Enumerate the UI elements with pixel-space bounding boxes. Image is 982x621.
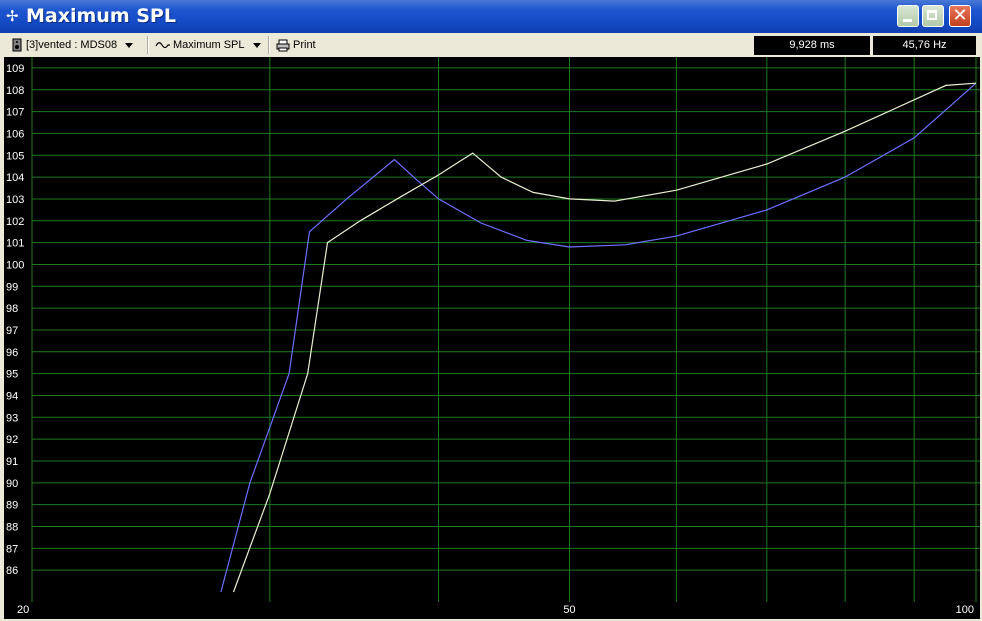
print-label: Print [293,39,316,51]
minimize-button[interactable] [897,5,919,27]
frequency-readout: 45,76 Hz [873,36,976,55]
chevron-down-icon [252,42,261,48]
y-tick-label: 88 [6,521,18,533]
toolbar: [3]vented : MDS08 Maximum SPL Print 9,92… [0,33,982,57]
y-tick-label: 87 [6,543,18,555]
y-tick-label: 96 [6,347,18,359]
printer-icon [276,39,290,52]
series-line-1 [220,82,977,593]
y-tick-label: 103 [6,194,24,206]
y-tick-label: 100 [6,259,24,271]
y-tick-label: 107 [6,107,24,119]
toolbar-separator [147,36,149,54]
maximize-button[interactable] [922,5,944,27]
y-tick-label: 99 [6,281,18,293]
y-tick-label: 102 [6,216,24,228]
y-tick-label: 108 [6,85,24,97]
plot-area[interactable]: 86 87 88 89 90 91 92 93 94 95 96 97 98 99 100 101 102 103… [4,57,980,619]
toolbar-separator [268,36,270,54]
project-dropdown-label: [3]vented : MDS08 [26,39,118,51]
y-tick-label: 97 [6,325,18,337]
x-tick-label: 20 [17,604,29,616]
y-tick-label: 106 [6,128,24,140]
view-dropdown[interactable]: Maximum SPL [155,36,261,54]
spl-chart[interactable]: 86 87 88 89 90 91 92 93 94 95 96 97 98 99 100 101 102 103… [4,57,980,619]
y-tick-label: 91 [6,456,18,468]
window-title: Maximum SPL [26,5,176,27]
pin-icon[interactable]: ✢ [6,7,20,25]
close-button[interactable]: ✕ [949,5,971,27]
y-tick-label: 101 [6,238,24,250]
y-tick-label: 95 [6,369,18,381]
y-tick-label: 93 [6,412,18,424]
x-tick-label: 100 [956,604,974,616]
view-dropdown-label: Maximum SPL [173,39,245,51]
y-tick-label: 105 [6,150,24,162]
series-line-2 [232,82,977,593]
y-tick-label: 104 [6,172,24,184]
y-tick-label: 89 [6,500,18,512]
title-bar[interactable]: ✢ Maximum SPL ✕ [0,0,982,33]
speaker-icon [12,38,22,52]
close-icon: ✕ [952,5,968,26]
y-tick-label: 90 [6,478,18,490]
y-tick-label: 94 [6,390,18,402]
y-tick-label: 86 [6,565,18,577]
wave-icon [155,42,170,49]
y-tick-label: 98 [6,303,18,315]
chevron-down-icon [125,42,134,48]
project-dropdown[interactable]: [3]vented : MDS08 [12,36,134,54]
maximum-spl-window: ✢ Maximum SPL ✕ [3]vented : MDS08 Maximu… [0,0,982,621]
y-tick-label: 92 [6,434,18,446]
print-button[interactable]: Print [276,36,316,54]
x-tick-label: 50 [563,604,575,616]
y-tick-label: 109 [6,63,24,75]
time-readout: 9,928 ms [754,36,870,55]
